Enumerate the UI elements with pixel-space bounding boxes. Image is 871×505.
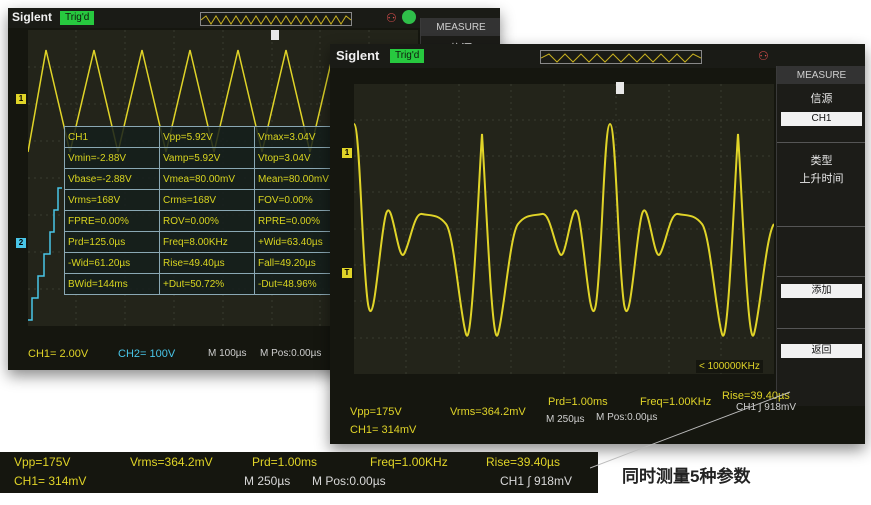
trigger-status: Trig'd — [60, 11, 95, 25]
measure-cell: Vpp=5.92V — [159, 126, 255, 148]
menu-title: MEASURE — [777, 66, 865, 84]
measure-cell: Vrms=168V — [64, 189, 160, 211]
trigger-level-icon[interactable]: T — [342, 268, 352, 278]
measure-menu: MEASURE 信源 CH1 类型 上升时间 添加 返回 — [776, 66, 865, 406]
table-row: CH1 Vpp=5.92V Vmax=3.04V — [64, 126, 350, 148]
measure-cell: Vmin=-2.88V — [64, 147, 160, 169]
source-value[interactable]: CH1 — [781, 112, 862, 126]
ch1-scale: CH1= 314mV — [350, 424, 417, 436]
network-icon: ⚇ — [758, 49, 769, 63]
waveform-grid — [353, 84, 775, 374]
table-row: Vmin=-2.88V Vamp=5.92V Vtop=3.04V — [64, 147, 350, 169]
measure-vrms: Vrms=364.2mV — [130, 455, 213, 469]
measure-cell: CH1 — [64, 126, 160, 148]
trigger-position-icon[interactable] — [616, 82, 624, 94]
memory-wave-icon — [200, 15, 352, 25]
brand-label: Siglent — [336, 48, 380, 63]
menu-divider — [777, 226, 865, 227]
ch2-marker-icon[interactable]: 2 — [16, 238, 26, 248]
ch1-scale: CH1= 314mV — [14, 474, 87, 488]
measure-cell: Rise=49.40µs — [159, 252, 255, 274]
measure-cell: Vamp=5.92V — [159, 147, 255, 169]
table-row: Vrms=168V Crms=168V FOV=0.00% — [64, 189, 350, 211]
menu-divider — [777, 142, 865, 143]
memory-position-bar — [540, 50, 702, 64]
measure-rise: Rise=39.40µs — [486, 455, 560, 469]
source-label: 信源 — [810, 93, 833, 105]
ch2-staircase-trace — [28, 187, 62, 321]
type-label: 类型 — [810, 155, 833, 167]
measure-vrms: Vrms=364.2mV — [450, 406, 526, 418]
table-row: BWid=144ms +Dut=50.72% -Dut=48.96% — [64, 273, 350, 295]
measure-cell: Freq=8.00KHz — [159, 231, 255, 253]
ch2-scale: CH2= 100V — [118, 348, 176, 360]
feature-caption: 同时测量5种参数 — [622, 467, 751, 486]
measure-cell: +Dut=50.72% — [159, 273, 255, 295]
measure-cell: Prd=125.0µs — [64, 231, 160, 253]
table-row: FPRE=0.00% ROV=0.00% RPRE=0.00% — [64, 210, 350, 232]
table-row: Vbase=-2.88V Vmea=80.00mV Mean=80.00mV — [64, 168, 350, 190]
measure-freq: Freq=1.00KHz — [370, 455, 448, 469]
measure-vpp: Vpp=175V — [350, 406, 402, 418]
brand-label: Siglent — [12, 10, 53, 24]
trigger-status: Trig'd — [390, 49, 425, 63]
menu-divider — [777, 328, 865, 329]
callout-lines — [590, 391, 791, 469]
top-bar: Siglent Trig'd ⚇ — [330, 44, 865, 68]
grid-svg — [353, 84, 775, 374]
measure-all-table: CH1 Vpp=5.92V Vmax=3.04V Vmin=-2.88V Vamp=5.… — [64, 126, 350, 295]
timebase: M 250µs — [546, 414, 585, 425]
ch1-scale: CH1= 2.00V — [28, 348, 89, 360]
memory-wave-icon — [540, 53, 702, 63]
add-button[interactable]: 添加 — [781, 284, 862, 298]
menu-title: MEASURE — [421, 18, 500, 36]
memory-position-bar — [200, 12, 352, 26]
back-button[interactable]: 返回 — [781, 344, 862, 358]
timebase: M 100µs — [208, 348, 247, 359]
measure-cell: -Wid=61.20µs — [64, 252, 160, 274]
horizontal-position: M Pos:0.00µs — [312, 474, 386, 488]
measure-cell: Vbase=-2.88V — [64, 168, 160, 190]
menu-divider — [777, 276, 865, 277]
table-row: Prd=125.0µs Freq=8.00KHz +Wid=63.40µs — [64, 231, 350, 253]
usb-icon — [402, 10, 416, 24]
measure-cell: ROV=0.00% — [159, 210, 255, 232]
ch1-marker-icon[interactable]: 1 — [342, 148, 352, 158]
measure-cell: Vmea=80.00mV — [159, 168, 255, 190]
timebase: M 250µs — [244, 474, 291, 488]
trigger-position-icon[interactable] — [271, 30, 279, 40]
frequency-counter: < 100000KHz — [696, 360, 763, 373]
measure-cell: Crms=168V — [159, 189, 255, 211]
measurement-status-strip: Vpp=175V Vrms=364.2mV Prd=1.00ms Freq=1.… — [0, 452, 598, 493]
measure-vpp: Vpp=175V — [14, 455, 71, 469]
scope-screen-front: Siglent Trig'd ⚇ MEASURE 信源 CH1 类型 上升时间 … — [330, 44, 865, 444]
measure-cell: FPRE=0.00% — [64, 210, 160, 232]
measure-cell: BWid=144ms — [64, 273, 160, 295]
table-row: -Wid=61.20µs Rise=49.40µs Fall=49.20µs — [64, 252, 350, 274]
measure-prd: Prd=1.00ms — [252, 455, 318, 469]
trigger-setting: CH1 ∫ 918mV — [500, 474, 572, 488]
type-value[interactable]: 上升时间 — [777, 170, 865, 186]
horizontal-position: M Pos:0.00µs — [260, 348, 322, 359]
ch1-marker-icon[interactable]: 1 — [16, 94, 26, 104]
network-icon: ⚇ — [386, 11, 397, 25]
